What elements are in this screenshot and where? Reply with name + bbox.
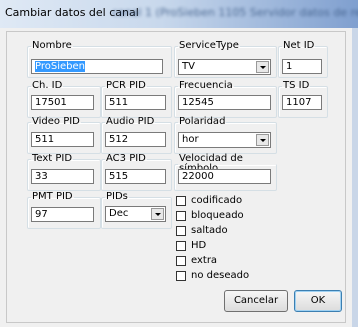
velocidad-field[interactable]: 22000 [178,169,271,184]
text-pid-field[interactable]: 33 [31,169,94,184]
checkbox-label: HD [191,240,207,251]
checkbox-label: no deseado [191,270,250,281]
frecuencia-label: Frecuencia [179,80,233,91]
audio-pid-field[interactable]: 512 [105,132,166,147]
checkbox-label: bloqueado [191,210,244,221]
polaridad-value: hor [182,134,199,145]
title-bar[interactable]: Cambiar datos del canal canal 1 (ProSieb… [0,0,358,29]
pcr-pid-field[interactable]: 511 [105,95,166,110]
checkbox-box[interactable] [176,211,186,221]
ch-id-field[interactable]: 17501 [31,95,94,110]
checkbox-label: saltado [191,225,228,236]
checkbox-bloqueado[interactable]: bloqueado [176,210,336,223]
pids-label: PIDs [106,191,128,202]
service-type-value: TV [182,61,195,72]
checkbox-hd[interactable]: HD [176,240,336,253]
chevron-down-icon[interactable] [256,134,269,146]
checkbox-saltado[interactable]: saltado [176,225,336,238]
net-id-label: Net ID [283,40,315,51]
ac3-pid-label: AC3 PID [106,153,146,164]
ts-id-field[interactable]: 1107 [282,95,322,110]
video-pid-label: Video PID [32,116,80,127]
net-id-field[interactable]: 1 [282,59,322,74]
window-right-edge [352,28,358,327]
pids-select[interactable]: Dec [105,206,166,222]
pcr-pid-label: PCR PID [106,80,146,91]
polaridad-select[interactable]: hor [178,132,271,148]
ts-id-label: TS ID [283,80,310,91]
chevron-down-icon[interactable] [151,208,164,220]
text-pid-label: Text PID [32,153,73,164]
ok-button[interactable]: OK [294,290,342,312]
checkbox-no-deseado[interactable]: no deseado [176,270,336,283]
checkbox-box[interactable] [176,196,186,206]
checkbox-box[interactable] [176,241,186,251]
dialog-client-area: Nombre ProSieben ServiceType TV Net ID 1… [0,28,353,327]
service-type-label: ServiceType [179,40,239,51]
cancel-button[interactable]: Cancelar [224,290,288,312]
checkbox-label: codificado [191,195,243,206]
service-type-select[interactable]: TV [178,59,271,75]
outer-frame-bottom [6,322,346,323]
frecuencia-field[interactable]: 12545 [178,95,271,110]
chevron-down-icon[interactable] [256,61,269,73]
pmt-pid-field[interactable]: 97 [31,207,94,222]
ch-id-label: Ch. ID [32,80,63,91]
checkbox-extra[interactable]: extra [176,255,336,268]
pids-value: Dec [109,208,129,219]
background-window-title: canal 1 (ProSieben 1105 Servidor datos d… [112,6,358,19]
ac3-pid-field[interactable]: 515 [105,169,166,184]
audio-pid-label: Audio PID [106,116,155,127]
outer-frame-top [6,31,346,32]
outer-frame-right [345,31,346,323]
outer-frame-left [6,31,7,323]
checkbox-label: extra [191,255,218,266]
checkbox-codificado[interactable]: codificado [176,195,336,208]
video-pid-field[interactable]: 511 [31,132,94,147]
polaridad-label: Polaridad [179,116,226,127]
pmt-pid-label: PMT PID [32,191,73,202]
checkbox-box[interactable] [176,271,186,281]
checkbox-box[interactable] [176,256,186,266]
nombre-label: Nombre [32,40,72,51]
checkbox-box[interactable] [176,226,186,236]
nombre-field[interactable]: ProSieben [31,59,163,74]
